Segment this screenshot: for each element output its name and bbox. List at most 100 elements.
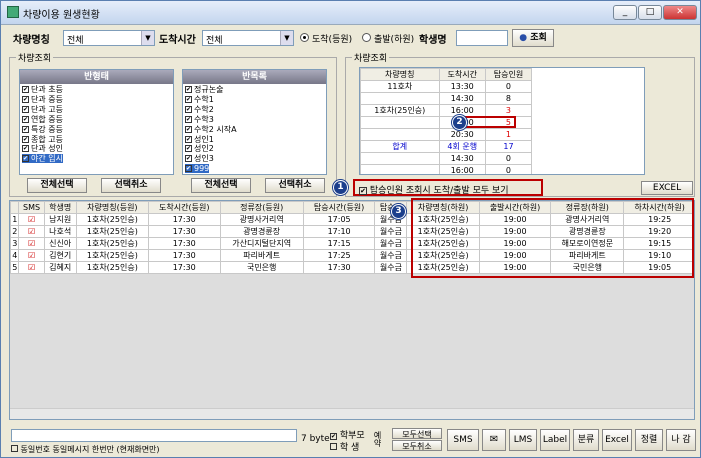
table-row[interactable]: 합계 4회 운행 17: [360, 140, 533, 153]
table-cell: 1: [10, 213, 20, 226]
column-header[interactable]: [10, 201, 20, 214]
deselect-all-recipients[interactable]: 모두취소: [392, 440, 442, 451]
list-item[interactable]: ✔ 정규논술: [185, 85, 223, 94]
left-group-title: 차량조회: [16, 51, 54, 64]
table-row[interactable]: 20:30 1: [360, 128, 533, 141]
table-cell: 0: [484, 164, 533, 174]
message-input[interactable]: [11, 429, 297, 442]
column-header: 탑승인원: [484, 68, 533, 81]
select-all-recipients[interactable]: 모두선택: [392, 428, 442, 439]
vehicle-select[interactable]: 전체 ▼: [63, 30, 155, 46]
table-cell: 8: [484, 92, 533, 105]
check-icon: ✔: [185, 135, 192, 143]
column-header[interactable]: 탑승시간(등원): [302, 201, 376, 214]
table-cell: 1호차(25인승): [75, 237, 150, 250]
check-icon: ☑: [27, 227, 36, 236]
table-cell: 17:30: [148, 237, 221, 250]
horizontal-scrollbar[interactable]: [10, 408, 694, 419]
table-cell: 나호석: [43, 225, 77, 238]
table-cell: 가산디지털단지역: [219, 237, 304, 250]
checkbox-icon: [11, 445, 18, 452]
list-item[interactable]: ✔ 단과 중등: [22, 95, 63, 104]
list-item[interactable]: ✔ 단과 고등: [22, 105, 63, 114]
table-cell: 11호차: [360, 80, 440, 93]
excel-export-button[interactable]: Excel: [602, 429, 632, 451]
highlight-box-2: [461, 116, 516, 128]
window: 차량이용 원생현황 _ □ ✕ 차량명칭 전체 ▼ 도착시간 전체 ▼ 도착(등원)…: [0, 0, 701, 458]
select-all-button-1[interactable]: 전체선택: [27, 178, 87, 193]
list-item[interactable]: ✔ 특강 중등: [22, 125, 63, 134]
sms-checkbox[interactable]: ☑: [18, 249, 45, 262]
table-row[interactable]: 14:30 8: [360, 92, 533, 105]
list-item[interactable]: ✔ 야간 입시: [22, 154, 63, 164]
check-icon: ✔: [359, 187, 367, 195]
sms-checkbox[interactable]: ☑: [18, 225, 45, 238]
radio-arrive[interactable]: [300, 33, 309, 42]
student-checkbox[interactable]: 학 생: [330, 440, 359, 453]
list-item[interactable]: ✔ 종합 고등: [22, 135, 63, 144]
list-item[interactable]: ✔ 수학2: [185, 105, 214, 114]
classify-button[interactable]: 분류: [573, 429, 599, 451]
checkbox-icon: [330, 443, 337, 450]
list-item[interactable]: ✔ 수학2 시작A: [185, 125, 237, 134]
class-type-list[interactable]: 반형태 ✔ 단과 초등 ✔ 단과 중등 ✔ 단과 고등 ✔ 연합 중등 ✔ 특강 중등 ✔ 종합 고등…: [19, 69, 174, 175]
column-header[interactable]: SMS: [18, 201, 45, 214]
table-cell: 14:30: [438, 92, 486, 105]
list-item-label: 야간 입시: [31, 154, 63, 164]
student-input[interactable]: [456, 30, 508, 46]
lms-button[interactable]: LMS: [509, 429, 537, 451]
sms-checkbox[interactable]: ☑: [18, 261, 45, 274]
table-row[interactable]: 1호차(25인승) 16:00 3: [360, 104, 533, 117]
table-row[interactable]: 16:00 0: [360, 164, 533, 174]
minimize-button[interactable]: _: [613, 5, 637, 20]
column-header[interactable]: 학생명: [43, 201, 77, 214]
sms-button[interactable]: SMS: [447, 429, 479, 451]
table-cell: 4회 운행: [438, 140, 486, 153]
filter-toolbar: 차량명칭 전체 ▼ 도착시간 전체 ▼ 도착(등원) 출발(하원) 학생명 ● 조회: [7, 28, 695, 48]
reserve-checkbox[interactable]: 예약: [372, 431, 383, 447]
time-select[interactable]: 전체 ▼: [202, 30, 294, 46]
column-header[interactable]: 도착시간(등원): [148, 201, 221, 214]
check-icon: ✔: [22, 105, 29, 113]
close-button[interactable]: ✕: [663, 5, 697, 20]
window-title: 차량이용 원생현황: [23, 10, 100, 21]
table-cell: 1: [484, 128, 533, 141]
exit-button[interactable]: 나 감: [666, 429, 696, 451]
table-cell: [360, 128, 440, 141]
table-cell: 월수금: [374, 261, 408, 274]
list-item[interactable]: ✔ 단과 성인: [22, 144, 63, 153]
list-item-label: 특강 중등: [31, 124, 63, 134]
label-button[interactable]: Label: [540, 429, 570, 451]
column-header[interactable]: 정류장(등원): [219, 201, 304, 214]
deselect-button-1[interactable]: 선택취소: [101, 178, 161, 193]
list-item[interactable]: ✔ 성인1: [185, 135, 214, 144]
list-item[interactable]: ✔ 연합 중등: [22, 115, 63, 124]
radio-depart[interactable]: [362, 33, 371, 42]
table-cell: 14:30: [438, 152, 486, 165]
sort-button[interactable]: 정렬: [635, 429, 663, 451]
maximize-button[interactable]: □: [638, 5, 662, 20]
table-cell: 4: [10, 249, 20, 262]
list-item[interactable]: ✔ 수학3: [185, 115, 214, 124]
list-item[interactable]: ✔ 단과 초등: [22, 85, 63, 94]
deselect-button-2[interactable]: 선택취소: [265, 178, 325, 193]
table-cell: 월수금: [374, 225, 408, 238]
list-item-label: 연합 중등: [31, 114, 63, 124]
column-header[interactable]: 차량명칭(등원): [75, 201, 150, 214]
list-item[interactable]: ✔ 성인2: [185, 144, 214, 153]
list-item[interactable]: ✔ 999: [185, 164, 210, 174]
sms-checkbox[interactable]: ☑: [18, 237, 45, 250]
table-row[interactable]: 14:30 0: [360, 152, 533, 165]
show-all-checkbox[interactable]: ✔ 탑승인원 조회시 도착/출발 모두 보기: [359, 183, 509, 196]
sign-icon[interactable]: ✉: [482, 429, 506, 451]
select-all-button-2[interactable]: 전체선택: [191, 178, 251, 193]
table-row[interactable]: 11호차 13:30 0: [360, 80, 533, 93]
sms-checkbox[interactable]: ☑: [18, 213, 45, 226]
table-cell: 월수금: [374, 249, 408, 262]
class-list[interactable]: 반목록 ✔ 정규논술 ✔ 수학1 ✔ 수학2 ✔ 수학3 ✔ 수학2 시작A ✔ 성인1 ✔ 성인2 ✔ 성인…: [182, 69, 327, 175]
excel-button[interactable]: EXCEL: [641, 181, 693, 195]
list-item[interactable]: ✔ 수학1: [185, 95, 214, 104]
search-button[interactable]: ● 조회: [512, 29, 554, 47]
list-item[interactable]: ✔ 성인3: [185, 154, 214, 163]
same-message-checkbox[interactable]: 동일번호 동일메시지 한번만 (현재화면만): [11, 444, 160, 455]
